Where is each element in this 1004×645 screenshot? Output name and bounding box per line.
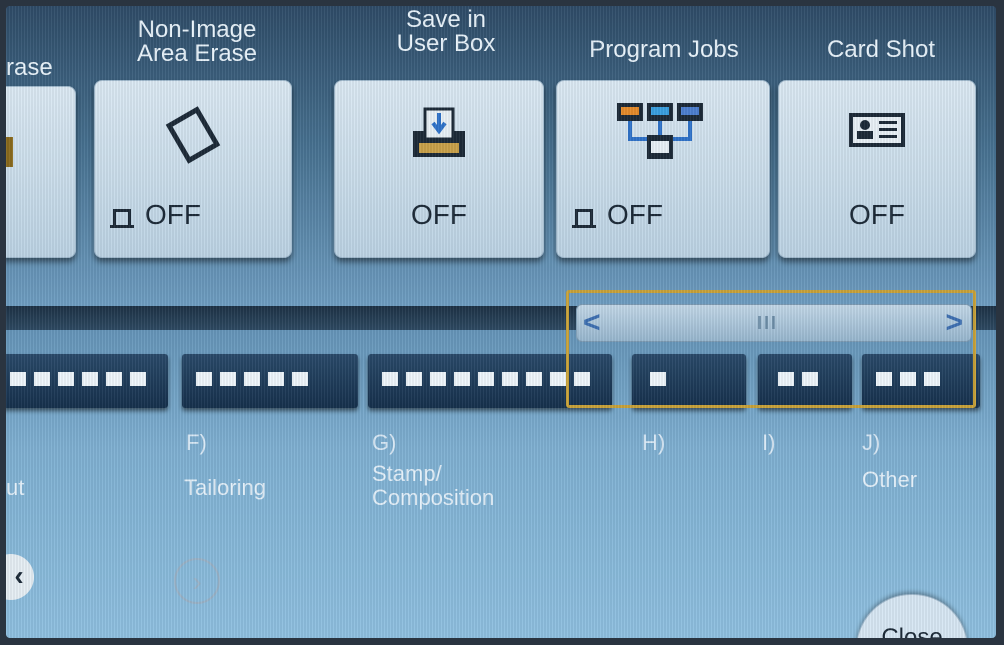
close-button[interactable]: Close [856,594,968,638]
tab-name-other: Other [862,467,918,492]
non-image-area-erase-button[interactable]: OFF [94,80,292,258]
forward-chevron-icon: › [192,566,202,597]
tab-page-indicator [382,372,590,386]
non-image-area-erase-icon [165,106,221,164]
function-label-non-image-area-erase: Non-Image Area Erase [136,16,258,67]
back-chevron-icon: ‹ [14,560,24,591]
tab-page-indicator [10,372,146,386]
non-image-area-erase-state: OFF [145,199,201,230]
function-label-save-in-user-box: Save in User Box [396,6,496,57]
tab-name-layout: ut [6,475,25,500]
erase-button[interactable] [6,86,76,258]
tab-letter-i: I) [762,430,776,455]
memory-icon [110,208,134,228]
function-label-erase: rase [6,54,53,81]
scroll-thumb[interactable]: III [757,305,778,341]
scroll-right-arrow-icon[interactable]: > [945,305,963,341]
page-forward-button[interactable]: › [174,558,220,604]
scroll-left-arrow-icon[interactable]: < [583,305,601,341]
user-box-icon [413,107,465,157]
program-jobs-icon [617,103,703,159]
function-label-card-shot: Card Shot [826,36,936,63]
card-shot-state: OFF [849,199,905,230]
tab-letter-h: H) [642,430,666,455]
program-jobs-button[interactable]: OFF [556,80,770,258]
tab-name-tailoring: Tailoring [184,475,266,500]
card-shot-button[interactable]: OFF [778,80,976,258]
tab-page-indicator [196,372,308,386]
tab-layout[interactable] [6,354,168,408]
program-jobs-state: OFF [607,199,663,230]
tab-letter-j: J) [862,430,881,455]
save-in-user-box-state: OFF [411,199,467,230]
memory-icon [572,208,596,228]
tab-letter-f: F) [186,430,207,455]
card-shot-icon [849,113,905,147]
save-in-user-box-button[interactable]: OFF [334,80,544,258]
erase-icon [6,137,13,167]
page-back-button[interactable]: ‹ [6,554,34,600]
tab-scrollbar[interactable]: < III > [576,304,972,342]
tab-letter-g: G) [372,430,397,455]
function-label-program-jobs: Program Jobs [589,36,739,63]
copier-panel-screen: rase Non-Image Area Erase Save in User B… [6,6,996,638]
tab-name-stamp-composition: Stamp/ Composition [372,461,495,510]
tab-tailoring[interactable] [182,354,358,408]
